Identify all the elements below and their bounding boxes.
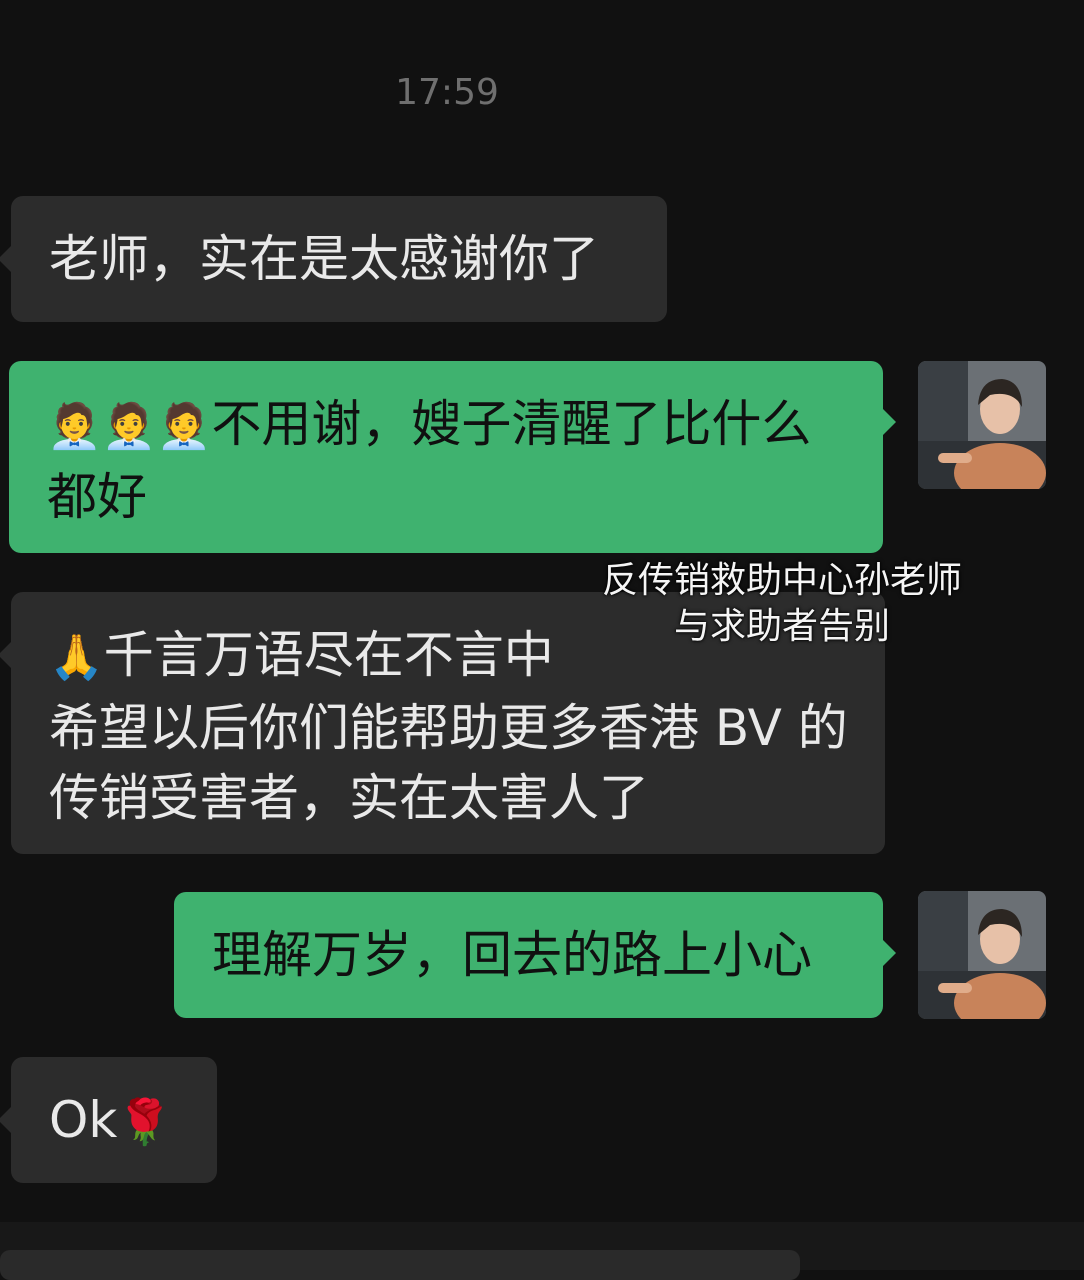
message-text: Ok [49, 1091, 118, 1149]
image-caption-overlay: 反传销救助中心孙老师 与求助者告别 [582, 558, 982, 650]
message-text: 理解万岁，回去的路上小心 [212, 926, 812, 984]
avatar-photo-icon [918, 361, 1046, 489]
message-bubble-incoming[interactable]: 老师，实在是太感谢你了 [0, 196, 667, 322]
avatar-photo-icon [918, 891, 1046, 1019]
sender-avatar[interactable] [918, 891, 1046, 1019]
person-emoji-icon: 🧑‍💼🧑‍💼🧑‍💼 [47, 401, 212, 452]
message-text: 不用谢，嫂子清醒了比什么 [211, 395, 812, 453]
message-timestamp: 17:59 [395, 72, 499, 113]
message-text: 千言万语尽在不言中 [103, 626, 554, 684]
message-text: 老师，实在是太感谢你了 [49, 230, 599, 288]
message-bubble-outgoing[interactable]: 🧑‍💼🧑‍💼🧑‍💼不用谢，嫂子清醒了比什么 都好 [9, 361, 896, 553]
rose-emoji-icon: 🌹 [117, 1097, 173, 1148]
pray-emoji-icon: 🙏 [49, 632, 104, 683]
message-bubble-outgoing[interactable]: 理解万岁，回去的路上小心 [174, 892, 896, 1018]
caption-line: 反传销救助中心孙老师 [601, 560, 962, 601]
message-text: 希望以后你们能帮助更多香港 BV 的 [49, 699, 848, 757]
message-text: 传销受害者，实在太害人了 [49, 769, 649, 827]
message-input[interactable] [0, 1250, 800, 1280]
message-text: 都好 [47, 468, 147, 526]
sender-avatar[interactable] [918, 361, 1046, 489]
message-bubble-incoming[interactable]: Ok🌹 [0, 1057, 217, 1183]
caption-line: 与求助者告别 [673, 606, 890, 647]
